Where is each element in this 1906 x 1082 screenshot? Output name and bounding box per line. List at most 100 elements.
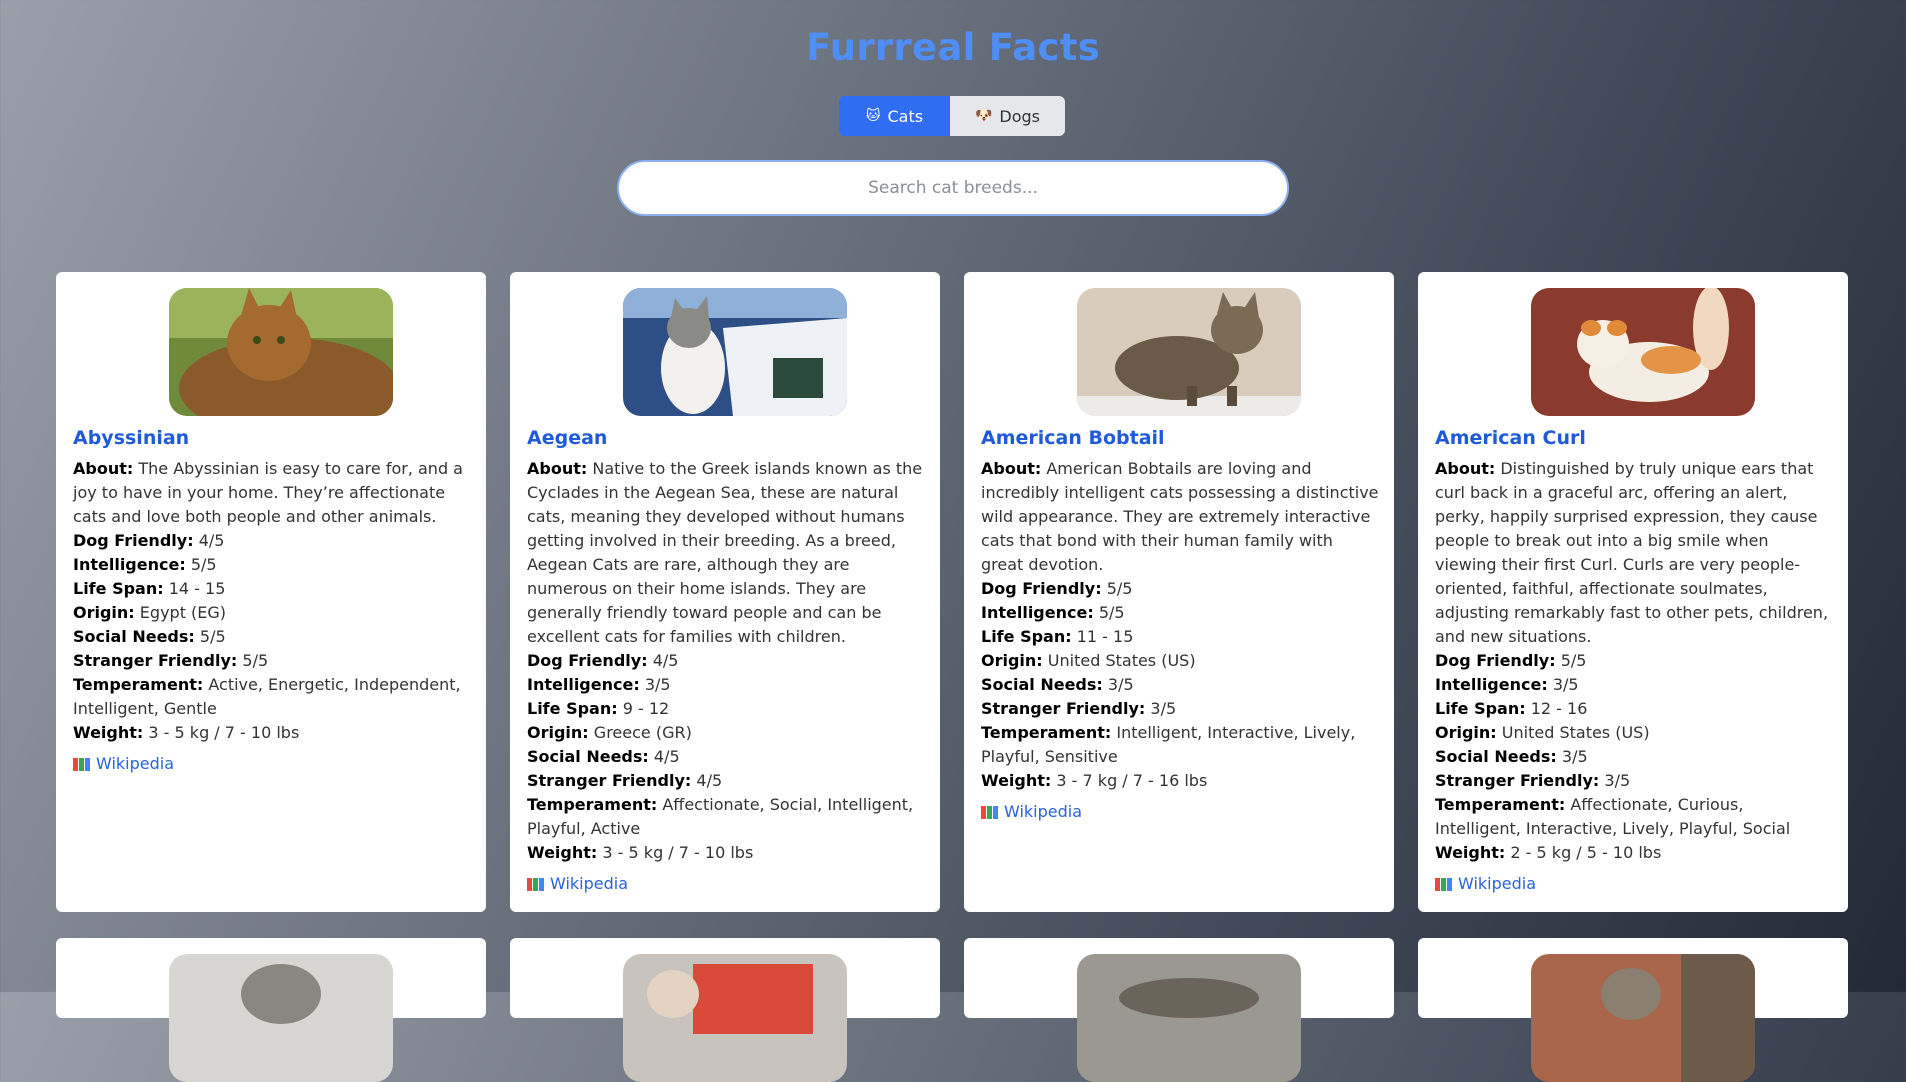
breed-origin: Origin: Egypt (EG) (73, 601, 472, 625)
weight-label: Weight: (73, 723, 144, 742)
intelligence-value: 5/5 (190, 555, 217, 574)
breed-photo (169, 954, 393, 1082)
tab-dogs[interactable]: 🐶 Dogs (950, 96, 1065, 136)
breed-temperament: Temperament: Active, Energetic, Independ… (73, 673, 472, 721)
breed-card: American Bobtail About: American Bobtail… (964, 272, 1394, 912)
breed-intelligence: Intelligence: 5/5 (981, 601, 1380, 625)
breed-about: About: Distinguished by truly unique ear… (1435, 457, 1834, 649)
origin-label: Origin: (73, 603, 135, 622)
tab-dogs-label: Dogs (999, 106, 1041, 126)
breed-intelligence: Intelligence: 3/5 (1435, 673, 1834, 697)
stranger-friendly-label: Stranger Friendly: (1435, 771, 1600, 790)
books-icon (1435, 877, 1452, 891)
books-icon (73, 757, 90, 771)
tab-cats-label: Cats (887, 106, 924, 126)
breed-social-needs: Social Needs: 3/5 (981, 673, 1380, 697)
life-span-value: 11 - 15 (1076, 627, 1134, 646)
intelligence-value: 5/5 (1098, 603, 1125, 622)
breed-temperament: Temperament: Affectionate, Social, Intel… (527, 793, 926, 841)
stranger-friendly-value: 5/5 (242, 651, 269, 670)
breed-temperament: Temperament: Affectionate, Curious, Inte… (1435, 793, 1834, 841)
breed-card (56, 938, 486, 1082)
dog-face-icon: 🐶 (974, 108, 993, 124)
breed-weight: Weight: 2 - 5 kg / 5 - 10 lbs (1435, 841, 1834, 865)
intelligence-label: Intelligence: (73, 555, 186, 574)
intelligence-value: 3/5 (644, 675, 671, 694)
breed-photo (1531, 288, 1755, 416)
wikipedia-link-label: Wikipedia (1458, 874, 1537, 893)
breed-origin: Origin: United States (US) (1435, 721, 1834, 745)
dog-friendly-value: 4/5 (652, 651, 679, 670)
about-text: Native to the Greek islands known as the… (527, 459, 923, 646)
weight-value: 3 - 7 kg / 7 - 16 lbs (1056, 771, 1208, 790)
dog-friendly-value: 5/5 (1560, 651, 1587, 670)
wikipedia-link-label: Wikipedia (96, 754, 175, 773)
social-needs-value: 3/5 (1107, 675, 1134, 694)
origin-value: United States (US) (1501, 723, 1650, 742)
origin-value: United States (US) (1047, 651, 1196, 670)
about-text: Distinguished by truly unique ears that … (1435, 459, 1829, 646)
about-label: About: (527, 459, 588, 478)
breed-photo (1077, 288, 1301, 416)
weight-label: Weight: (981, 771, 1052, 790)
stranger-friendly-label: Stranger Friendly: (527, 771, 692, 790)
stranger-friendly-label: Stranger Friendly: (981, 699, 1146, 718)
life-span-label: Life Span: (1435, 699, 1526, 718)
origin-value: Egypt (EG) (139, 603, 227, 622)
temperament-label: Temperament: (981, 723, 1112, 742)
temperament-label: Temperament: (73, 675, 204, 694)
breed-details: About: Native to the Greek islands known… (527, 457, 926, 896)
wikipedia-link[interactable]: Wikipedia (1435, 872, 1834, 896)
wikipedia-link[interactable]: Wikipedia (981, 800, 1380, 824)
about-label: About: (981, 459, 1042, 478)
wikipedia-link[interactable]: Wikipedia (73, 752, 472, 776)
weight-label: Weight: (1435, 843, 1506, 862)
tab-cats[interactable]: 🐱 Cats (839, 96, 950, 136)
intelligence-label: Intelligence: (981, 603, 1094, 622)
social-needs-label: Social Needs: (1435, 747, 1557, 766)
breed-weight: Weight: 3 - 5 kg / 7 - 10 lbs (73, 721, 472, 745)
life-span-value: 9 - 12 (622, 699, 670, 718)
breed-about: About: Native to the Greek islands known… (527, 457, 926, 649)
breed-name: American Curl (1435, 427, 1586, 449)
temperament-label: Temperament: (527, 795, 658, 814)
life-span-value: 12 - 16 (1530, 699, 1588, 718)
breed-photo (1531, 954, 1755, 1082)
breed-photo (1077, 954, 1301, 1082)
breed-about: About: The Abyssinian is easy to care fo… (73, 457, 472, 529)
intelligence-label: Intelligence: (527, 675, 640, 694)
stranger-friendly-value: 4/5 (696, 771, 723, 790)
breed-card (1418, 938, 1848, 1082)
breed-intelligence: Intelligence: 3/5 (527, 673, 926, 697)
dog-friendly-value: 5/5 (1106, 579, 1133, 598)
wikipedia-link-label: Wikipedia (550, 874, 629, 893)
breed-about: About: American Bobtails are loving and … (981, 457, 1380, 577)
search-input[interactable] (617, 160, 1289, 216)
life-span-label: Life Span: (527, 699, 618, 718)
wikipedia-link[interactable]: Wikipedia (527, 872, 926, 896)
breed-temperament: Temperament: Intelligent, Interactive, L… (981, 721, 1380, 769)
breed-weight: Weight: 3 - 7 kg / 7 - 16 lbs (981, 769, 1380, 793)
life-span-label: Life Span: (73, 579, 164, 598)
weight-value: 3 - 5 kg / 7 - 10 lbs (602, 843, 754, 862)
breed-name: Abyssinian (73, 427, 190, 449)
breed-social-needs: Social Needs: 3/5 (1435, 745, 1834, 769)
breed-life-span: Life Span: 9 - 12 (527, 697, 926, 721)
origin-label: Origin: (527, 723, 589, 742)
breed-dog-friendly: Dog Friendly: 5/5 (981, 577, 1380, 601)
species-toggle: 🐱 Cats 🐶 Dogs (839, 96, 1065, 136)
breed-stranger-friendly: Stranger Friendly: 3/5 (981, 697, 1380, 721)
stranger-friendly-value: 3/5 (1150, 699, 1177, 718)
stranger-friendly-label: Stranger Friendly: (73, 651, 238, 670)
breed-details: About: American Bobtails are loving and … (981, 457, 1380, 824)
dog-friendly-value: 4/5 (198, 531, 225, 550)
breed-name: Aegean (527, 427, 608, 449)
temperament-label: Temperament: (1435, 795, 1566, 814)
social-needs-label: Social Needs: (73, 627, 195, 646)
origin-label: Origin: (1435, 723, 1497, 742)
breed-life-span: Life Span: 14 - 15 (73, 577, 472, 601)
dog-friendly-label: Dog Friendly: (73, 531, 194, 550)
breed-photo (623, 954, 847, 1082)
breed-details: About: The Abyssinian is easy to care fo… (73, 457, 472, 776)
social-needs-label: Social Needs: (527, 747, 649, 766)
